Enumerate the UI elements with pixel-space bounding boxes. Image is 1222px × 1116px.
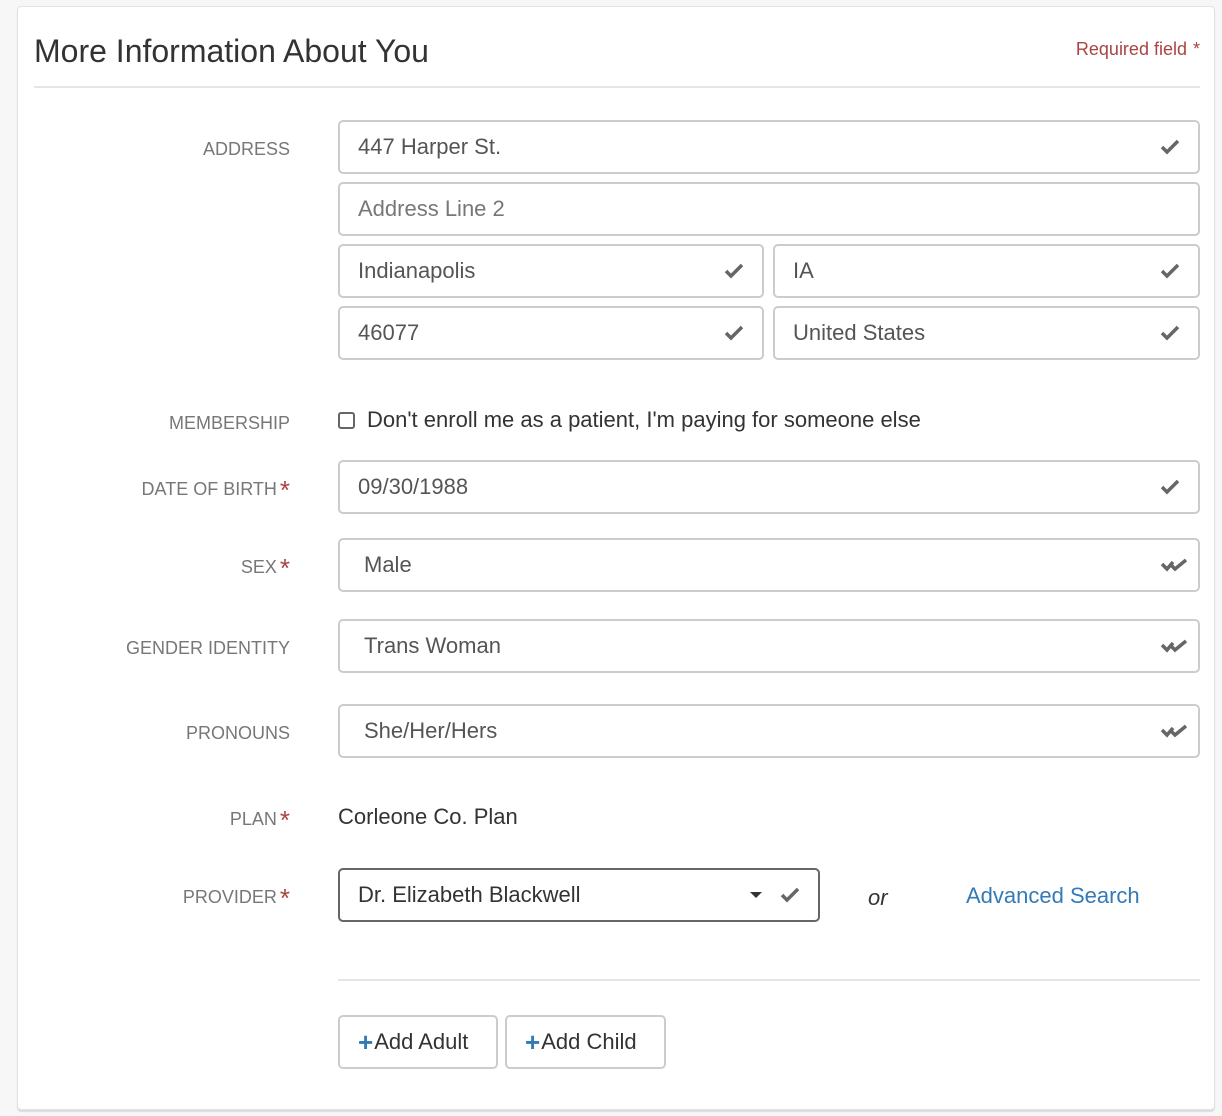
required-star-icon: * (279, 883, 290, 913)
required-note-text: Required field (1075, 39, 1187, 59)
city-input[interactable]: Indianapolis (338, 244, 764, 298)
more-info-panel: More Information About You Required fiel… (17, 6, 1215, 1110)
sex-label: SEX * (240, 555, 290, 581)
provider-label: PROVIDER * (182, 885, 290, 911)
address-label: ADDRESS (202, 139, 290, 159)
city-value: Indianapolis (358, 258, 476, 283)
state-input[interactable]: IA (773, 244, 1200, 298)
plan-label-text: PLAN (229, 809, 277, 829)
required-star-icon: * (279, 553, 290, 583)
plan-label: PLAN * (229, 807, 290, 833)
pronouns-select[interactable]: She/Her/Hers (338, 704, 1200, 758)
valid-check-icon (1160, 323, 1180, 343)
add-adult-button[interactable]: + Add Adult (338, 1015, 498, 1069)
dob-value: 09/30/1988 (358, 474, 469, 499)
country-value: United States (793, 320, 926, 345)
membership-option[interactable]: Don't enroll me as a patient, I'm paying… (338, 407, 921, 433)
valid-check-icon (780, 885, 800, 905)
pronouns-value: She/Her/Hers (364, 718, 498, 743)
valid-check-icon (1160, 477, 1180, 497)
dob-label-text: DATE OF BIRTH (141, 479, 277, 499)
advanced-search-link[interactable]: Advanced Search (966, 883, 1140, 909)
header-divider (34, 86, 1200, 88)
gender-identity-label: GENDER IDENTITY (125, 638, 290, 658)
membership-checkbox[interactable] (338, 411, 355, 429)
or-text: or (868, 885, 888, 910)
provider-value: Dr. Elizabeth Blackwell (358, 882, 581, 907)
membership-checkbox-label[interactable]: Don't enroll me as a patient, I'm paying… (367, 407, 921, 433)
gender-identity-select[interactable]: Trans Woman (338, 619, 1200, 673)
plus-icon: + (525, 1026, 541, 1057)
required-field-note: Required field * (1076, 39, 1200, 60)
plus-icon: + (358, 1026, 374, 1057)
add-child-label: Add Child (541, 1029, 637, 1054)
zip-value: 46077 (358, 320, 420, 345)
add-adult-label: Add Adult (374, 1029, 469, 1054)
valid-check-icon (1160, 137, 1180, 157)
valid-check-icon (724, 323, 744, 343)
sex-label-text: SEX (240, 557, 277, 577)
valid-check-icon (1160, 261, 1180, 281)
caret-down-icon[interactable] (750, 892, 762, 898)
add-child-button[interactable]: + Add Child (505, 1015, 666, 1069)
address-line1-value: 447 Harper St. (358, 134, 502, 159)
required-star-icon: * (1192, 39, 1200, 59)
gender-identity-value: Trans Woman (364, 633, 501, 658)
plan-value: Corleone Co. Plan (338, 804, 518, 829)
dob-label: DATE OF BIRTH * (141, 477, 290, 503)
select-check-icon (1160, 721, 1188, 741)
pronouns-label: PRONOUNS (185, 723, 290, 743)
valid-check-icon (724, 261, 744, 281)
provider-label-text: PROVIDER (182, 887, 277, 907)
address-line2-placeholder: Address Line 2 (358, 196, 505, 221)
state-value: IA (793, 258, 814, 283)
actions-divider (338, 979, 1200, 981)
zip-input[interactable]: 46077 (338, 306, 764, 360)
page-title: More Information About You (34, 33, 429, 69)
required-star-icon: * (279, 475, 290, 505)
provider-select[interactable]: Dr. Elizabeth Blackwell (338, 868, 820, 922)
dob-input[interactable]: 09/30/1988 (338, 460, 1200, 514)
sex-select[interactable]: Male (338, 538, 1200, 592)
country-input[interactable]: United States (773, 306, 1200, 360)
address-line2-input[interactable]: Address Line 2 (338, 182, 1200, 236)
required-star-icon: * (279, 805, 290, 835)
address-line1-input[interactable]: 447 Harper St. (338, 120, 1200, 174)
membership-label: MEMBERSHIP (168, 413, 290, 433)
select-check-icon (1160, 636, 1188, 656)
sex-value: Male (364, 552, 412, 577)
select-check-icon (1160, 555, 1188, 575)
